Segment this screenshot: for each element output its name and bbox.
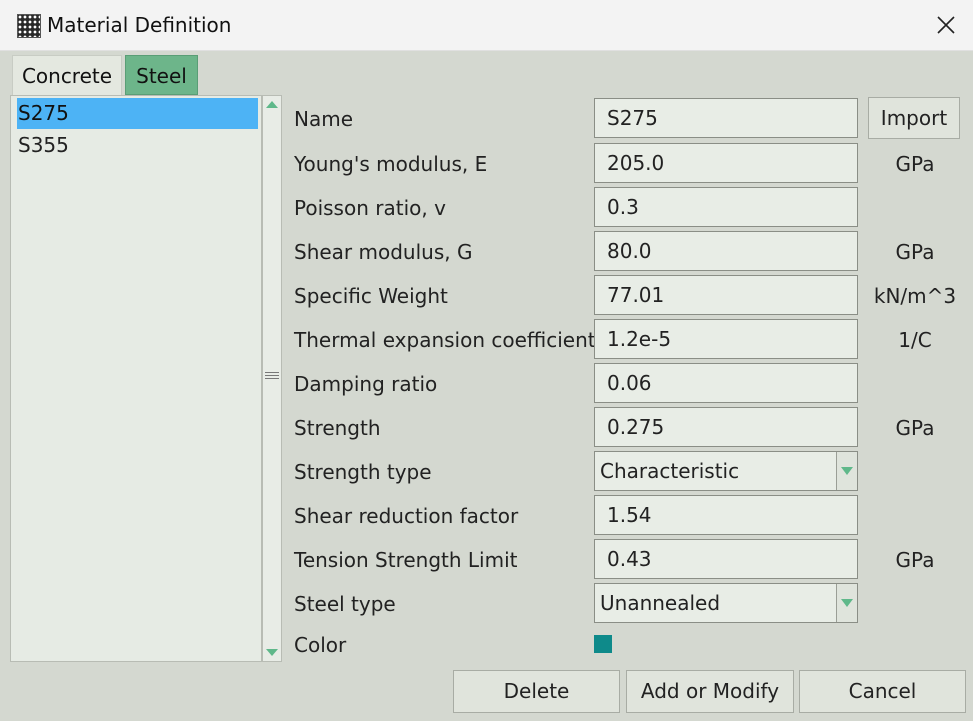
- app-icon: [17, 14, 41, 38]
- color-label: Color: [294, 633, 347, 657]
- close-button[interactable]: [928, 8, 964, 42]
- delete-button[interactable]: Delete: [453, 670, 620, 713]
- tab-steel[interactable]: Steel: [125, 55, 198, 95]
- youngs-modulus-unit: GPa: [895, 152, 935, 176]
- window-title: Material Definition: [47, 13, 232, 37]
- name-label: Name: [294, 107, 354, 131]
- import-button[interactable]: Import: [868, 97, 960, 139]
- color-swatch[interactable]: [594, 635, 612, 653]
- scroll-grip-icon[interactable]: [265, 372, 279, 381]
- damping-ratio-label: Damping ratio: [294, 372, 438, 396]
- tension-limit-unit: GPa: [895, 548, 935, 572]
- poisson-ratio-field[interactable]: [594, 187, 858, 227]
- poisson-ratio-label: Poisson ratio, v: [294, 196, 446, 220]
- thermal-expansion-unit: 1/C: [898, 328, 932, 352]
- close-icon: [937, 16, 955, 34]
- damping-ratio-field[interactable]: [594, 363, 858, 403]
- strength-unit: GPa: [895, 416, 935, 440]
- shear-modulus-label: Shear modulus, G: [294, 240, 473, 264]
- name-field[interactable]: [594, 98, 858, 138]
- youngs-modulus-label: Young's modulus, E: [294, 152, 488, 176]
- shear-modulus-field[interactable]: [594, 231, 858, 271]
- strength-type-select[interactable]: Characteristic: [594, 451, 858, 491]
- tension-limit-field[interactable]: [594, 539, 858, 579]
- strength-type-label: Strength type: [294, 460, 432, 484]
- youngs-modulus-field[interactable]: [594, 143, 858, 183]
- thermal-expansion-label: Thermal expansion coefficient: [294, 328, 596, 352]
- specific-weight-label: Specific Weight: [294, 284, 448, 308]
- chevron-down-icon: [841, 599, 853, 607]
- scroll-down-button[interactable]: [263, 643, 281, 661]
- strength-field[interactable]: [594, 407, 858, 447]
- thermal-expansion-field[interactable]: [594, 319, 858, 359]
- shear-reduction-label: Shear reduction factor: [294, 504, 519, 528]
- specific-weight-field[interactable]: [594, 275, 858, 315]
- list-item-s275[interactable]: S275: [17, 98, 258, 129]
- arrow-down-icon: [266, 649, 278, 656]
- shear-modulus-unit: GPa: [895, 240, 935, 264]
- specific-weight-unit: kN/m^3: [873, 284, 957, 308]
- add-or-modify-button[interactable]: Add or Modify: [626, 670, 794, 713]
- title-bar: Material Definition: [0, 0, 973, 51]
- steel-type-select[interactable]: Unannealed: [594, 583, 858, 623]
- strength-label: Strength: [294, 416, 381, 440]
- steel-type-label: Steel type: [294, 592, 396, 616]
- chevron-down-icon: [841, 467, 853, 475]
- material-list: S275 S355: [10, 95, 262, 662]
- strength-type-value: Characteristic: [600, 459, 740, 483]
- scroll-up-button[interactable]: [263, 96, 281, 114]
- arrow-up-icon: [266, 101, 278, 108]
- cancel-button[interactable]: Cancel: [799, 670, 966, 713]
- tab-concrete[interactable]: Concrete: [12, 55, 122, 95]
- steel-type-value: Unannealed: [600, 591, 721, 615]
- strength-type-dropdown-button[interactable]: [836, 452, 857, 490]
- tension-limit-label: Tension Strength Limit: [294, 548, 518, 572]
- steel-type-dropdown-button[interactable]: [836, 584, 857, 622]
- shear-reduction-field[interactable]: [594, 495, 858, 535]
- list-item-s355[interactable]: S355: [17, 130, 258, 161]
- list-scrollbar[interactable]: [262, 95, 282, 662]
